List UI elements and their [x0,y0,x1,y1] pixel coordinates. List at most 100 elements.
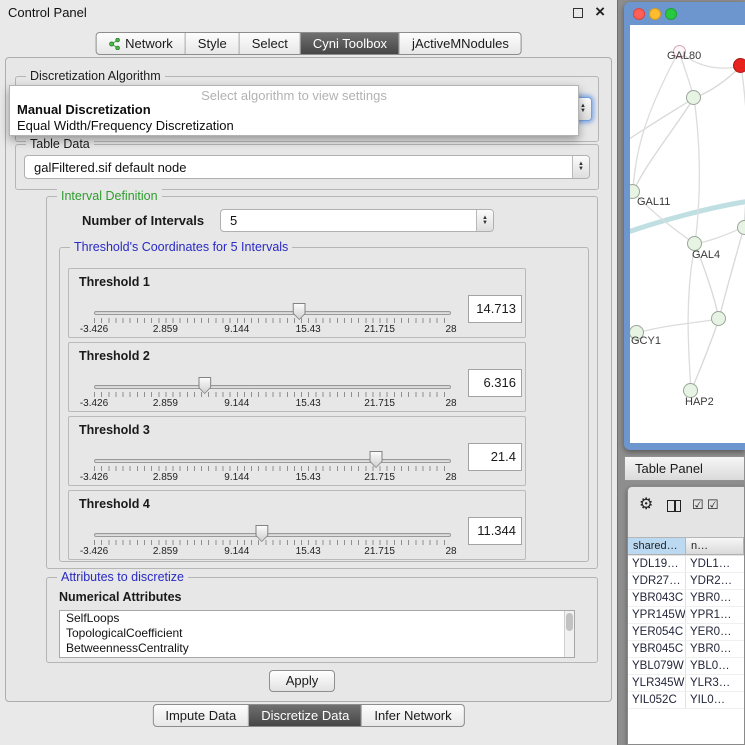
threshold-3-value-field[interactable]: 21.4 [468,443,522,471]
cell-name: YDR2… [686,573,744,589]
table-row[interactable]: YBL079W YBL0… [628,658,744,675]
scale-tick-label: 21.715 [364,324,395,335]
table-data-combobox[interactable]: galFiltered.sif default node ▲▼ [24,155,590,179]
threshold-2-value-field[interactable]: 6.316 [468,369,522,397]
scrollbar-thumb[interactable] [566,613,573,631]
scale-tick-label: 28 [445,546,456,557]
close-icon[interactable]: × [595,3,605,21]
node-label-gcy1: GCY1 [631,335,661,347]
list-scrollbar[interactable] [564,611,574,657]
table-row[interactable]: YIL052C YIL0… [628,692,744,709]
minimize-button[interactable] [649,8,661,20]
scale-tick-label: -3.426 [80,546,108,557]
scale-tick-label: 2.859 [153,324,178,335]
scale-tick-label: 2.859 [153,472,178,483]
scale-tick-label: 28 [445,398,456,409]
table-row[interactable]: YPR145W YPR1… [628,607,744,624]
scale-tick-label: 15.43 [296,398,321,409]
network-node[interactable] [737,220,745,235]
tab-network[interactable]: Network [96,33,185,54]
scale-tick-label: 2.859 [153,398,178,409]
column-header-name[interactable]: n… [686,538,744,554]
close-button[interactable] [633,8,645,20]
scale-tick-label: 15.43 [296,472,321,483]
cell-shared-name: YPR145W [628,607,686,623]
tab-select[interactable]: Select [239,33,300,54]
select-all-checkbox-icon[interactable]: ☑ [692,496,704,514]
gear-icon[interactable]: ⚙ [639,496,653,514]
network-node[interactable] [711,311,726,326]
scale-tick-label: 21.715 [364,398,395,409]
list-item[interactable]: BetweennessCentrality [60,641,574,656]
slider-track[interactable] [94,459,451,463]
threshold-3-slider[interactable]: -3.426 2.859 9.144 15.43 21.715 28 [94,451,451,485]
threshold-4-value-field[interactable]: 11.344 [468,517,522,545]
slider-track[interactable] [94,385,451,389]
scale-tick-label: -3.426 [80,398,108,409]
threshold-3-panel: Threshold 3 -3.426 2.859 9.144 15.43 21.… [68,416,526,486]
threshold-2-slider[interactable]: -3.426 2.859 9.144 15.43 21.715 28 [94,377,451,411]
window-title: Control Panel [8,5,87,20]
table-panel-title: Table Panel [635,461,703,476]
stepper-icon[interactable]: ▲▼ [476,210,493,231]
table-panel-titlebar[interactable]: Table Panel [624,456,745,481]
zoom-button[interactable] [665,8,677,20]
dropdown-option-equal-width-frequency[interactable]: Equal Width/Frequency Discretization [10,118,578,134]
cyni-toolbox-panel: Discretization Algorithm ▲▼ Select algor… [5,57,612,702]
tab-cyni-toolbox[interactable]: Cyni Toolbox [300,33,399,54]
tab-discretize-data[interactable]: Discretize Data [248,705,361,726]
tab-label: Infer Network [374,708,451,723]
stepper-icon[interactable]: ▲▼ [572,156,589,178]
table-row[interactable]: YBR045C YBR0… [628,641,744,658]
cell-shared-name: YBR043C [628,590,686,606]
slider-track[interactable] [94,311,451,315]
table-row[interactable]: YLR345W YLR3… [628,675,744,692]
threshold-1-value-field[interactable]: 14.713 [468,295,522,323]
cell-name: YIL0… [686,692,744,708]
scale-tick-label: 9.144 [224,398,249,409]
list-item[interactable]: TopologicalCoefficient [60,626,574,641]
numerical-attributes-list[interactable]: SelfLoops TopologicalCoefficient Between… [59,610,575,658]
tab-style[interactable]: Style [185,33,239,54]
list-item[interactable]: SelfLoops [60,611,574,626]
cell-name: YDL1… [686,556,744,572]
network-view-window[interactable]: GAL80 GAL11 GAL4 GCY1 HAP2 [624,2,745,450]
table-row[interactable]: YDR27… YDR2… [628,573,744,590]
columns-icon[interactable] [667,500,681,512]
table-row[interactable]: YDL19… YDL1… [628,556,744,573]
network-canvas[interactable]: GAL80 GAL11 GAL4 GCY1 HAP2 [630,25,745,443]
apply-button[interactable]: Apply [269,670,335,692]
tab-label: Network [125,36,173,51]
column-header-shared-name[interactable]: shared… [628,538,686,554]
tab-jactivemnodules[interactable]: jActiveMNodules [399,33,521,54]
combobox-value: 5 [221,213,476,228]
float-window-icon[interactable] [573,8,583,18]
control-panel-titlebar[interactable]: Control Panel × [0,0,617,26]
scale-tick-label: 28 [445,472,456,483]
select-rows-checkbox-icon[interactable]: ☑ [707,496,719,514]
table-row[interactable]: YER054C YER0… [628,624,744,641]
dropdown-placeholder: Select algorithm to view settings [10,86,578,102]
scale-tick-label: 15.43 [296,324,321,335]
cell-shared-name: YDL19… [628,556,686,572]
table-panel-window: ⚙ ☑ ☑ shared… n… YDL19… YDL1… YDR27… YDR… [627,486,745,745]
dropdown-option-manual-discretization[interactable]: Manual Discretization [10,102,578,118]
tab-label: Select [252,36,288,51]
threshold-4-slider[interactable]: -3.426 2.859 9.144 15.43 21.715 28 [94,525,451,559]
tab-impute-data[interactable]: Impute Data [153,705,248,726]
tab-label: Impute Data [165,708,236,723]
scale-tick-label: 9.144 [224,546,249,557]
scale-tick-label: 28 [445,324,456,335]
slider-track[interactable] [94,533,451,537]
network-node-selected[interactable] [733,58,745,73]
threshold-4-panel: Threshold 4 -3.426 2.859 9.144 15.43 21.… [68,490,526,560]
table-row[interactable]: YBR043C YBR0… [628,590,744,607]
algorithm-group-title: Discretization Algorithm [26,69,165,83]
scale-tick-label: 21.715 [364,546,395,557]
threshold-1-slider[interactable]: -3.426 2.859 9.144 15.43 21.715 28 [94,303,451,337]
tab-infer-network[interactable]: Infer Network [361,705,463,726]
network-node[interactable] [686,90,701,105]
number-of-intervals-combobox[interactable]: 5 ▲▼ [220,209,494,232]
cell-shared-name: YER054C [628,624,686,640]
scale-tick-label: 21.715 [364,472,395,483]
